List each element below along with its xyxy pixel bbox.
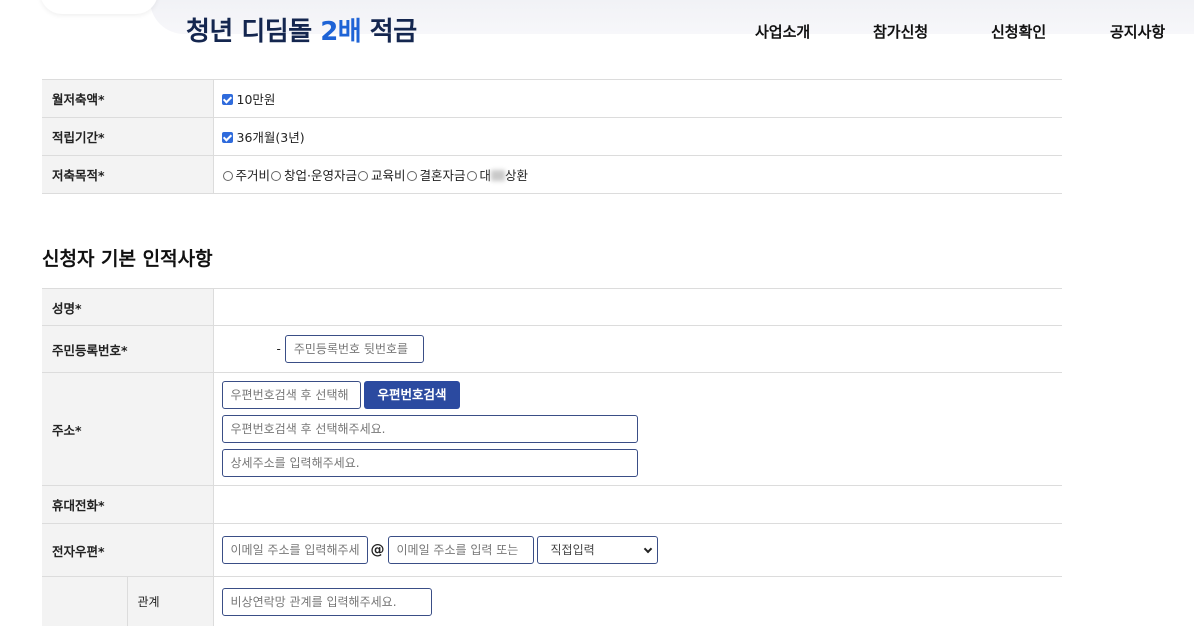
zipcode-input[interactable]: 우편번호검색 후 선택해	[221, 380, 361, 409]
table-row: 월저축액* 10만원	[42, 79, 1062, 118]
address-label: 주소*	[42, 372, 214, 486]
purpose-option-startup: 창업·운영자금	[284, 168, 357, 183]
logo-text-main: 청년 디딤돌	[186, 17, 321, 47]
chevron-down-icon	[644, 544, 653, 554]
savings-table: 월저축액* 10만원 적립기간* 36개월(3년) 저축목적* 주거비 창업·운영…	[42, 79, 1062, 194]
email-domain-input[interactable]: 이메일 주소를 입력 또는	[387, 536, 534, 564]
rrn-label: 주민등록번호*	[42, 325, 214, 373]
saving-period-value: 36개월(3년)	[236, 130, 305, 145]
blurred-text	[491, 170, 506, 181]
rrn-dash: -	[276, 342, 281, 356]
saving-period-cell: 36개월(3년)	[212, 117, 1062, 156]
table-row: 주민등록번호* - 주민등록번호 뒷번호를	[42, 325, 1062, 373]
purpose-radio-education[interactable]	[358, 171, 368, 181]
email-domain-select[interactable]: 직접입력	[537, 536, 659, 564]
purpose-radio-loan[interactable]	[466, 171, 477, 181]
purpose-radio-startup[interactable]	[271, 171, 282, 181]
monthly-amount-label: 월저축액*	[42, 79, 214, 118]
header-tab-shape	[40, 0, 158, 14]
nav-item-notice[interactable]: 공지사항	[1110, 20, 1165, 44]
saving-period-label: 적립기간*	[42, 117, 214, 156]
monthly-amount-cell: 10만원	[212, 79, 1062, 118]
rrn-back-input[interactable]: 주민등록번호 뒷번호를	[284, 335, 424, 363]
relation-cell: 비상연락망 관계를 입력해주세요.	[212, 576, 1062, 626]
purpose-radio-housing[interactable]	[222, 171, 233, 181]
email-cell: 이메일 주소를 입력해주세 @ 이메일 주소를 입력 또는 직접입력	[212, 523, 1062, 577]
monthly-amount-checkbox[interactable]	[221, 94, 233, 105]
purpose-option-housing: 주거비	[235, 168, 271, 183]
purpose-option-education: 교육비	[371, 168, 406, 183]
phone-label: 휴대전화*	[42, 485, 214, 524]
logo-text-highlight: 2배	[320, 17, 362, 47]
at-sign: @	[370, 542, 385, 558]
address-detail-input[interactable]: 상세주소를 입력해주세요.	[221, 448, 638, 477]
relation-input[interactable]: 비상연락망 관계를 입력해주세요.	[221, 587, 432, 616]
address-input[interactable]: 우편번호검색 후 선택해주세요.	[221, 414, 638, 443]
nav-item-check[interactable]: 신청확인	[991, 20, 1046, 44]
saving-purpose-options: 주거비 창업·운영자금 교육비 결혼자금 대 상환	[212, 155, 1062, 194]
table-row: 관계 비상연락망 관계를 입력해주세요.	[42, 576, 1062, 626]
table-row: 성명*	[42, 288, 1062, 326]
name-cell	[212, 288, 1062, 326]
site-logo[interactable]: 청년 디딤돌 2배 적금	[186, 13, 417, 51]
saving-period-checkbox[interactable]	[221, 132, 233, 143]
nav-item-about[interactable]: 사업소개	[755, 20, 810, 44]
purpose-option-marriage: 결혼자금	[419, 168, 466, 183]
name-label: 성명*	[42, 288, 214, 326]
applicant-table: 성명* 주민등록번호* - 주민등록번호 뒷번호를 주소* 우편번호검색 후 선택…	[42, 288, 1062, 626]
email-id-input[interactable]: 이메일 주소를 입력해주세	[221, 536, 368, 564]
address-cell: 우편번호검색 후 선택해 우편번호검색 우편번호검색 후 선택해주세요. 상세주…	[212, 372, 1062, 486]
section-title: 신청자 기본 인적사항	[42, 248, 213, 270]
table-row: 주소* 우편번호검색 후 선택해 우편번호검색 우편번호검색 후 선택해주세요.…	[42, 372, 1062, 486]
nav-item-apply[interactable]: 참가신청	[873, 20, 928, 44]
saving-purpose-label: 저축목적*	[42, 155, 214, 194]
table-row: 저축목적* 주거비 창업·운영자금 교육비 결혼자금 대 상환	[42, 155, 1062, 194]
email-domain-select-value: 직접입력	[550, 543, 595, 557]
purpose-option-loan-start: 대	[479, 168, 492, 183]
zipcode-search-button[interactable]: 우편번호검색	[364, 380, 460, 409]
purpose-option-loan-end: 상환	[505, 168, 529, 183]
emergency-contact-label	[42, 576, 128, 626]
logo-text-tail: 적금	[361, 17, 417, 47]
relation-label: 관계	[126, 576, 214, 626]
table-row: 적립기간* 36개월(3년)	[42, 117, 1062, 156]
phone-cell	[212, 485, 1062, 524]
table-row: 전자우편* 이메일 주소를 입력해주세 @ 이메일 주소를 입력 또는 직접입력	[42, 523, 1062, 577]
purpose-radio-marriage[interactable]	[406, 171, 417, 181]
table-row: 휴대전화*	[42, 485, 1062, 524]
email-label: 전자우편*	[42, 523, 214, 577]
rrn-cell: - 주민등록번호 뒷번호를	[212, 325, 1062, 373]
monthly-amount-value: 10만원	[236, 92, 276, 107]
